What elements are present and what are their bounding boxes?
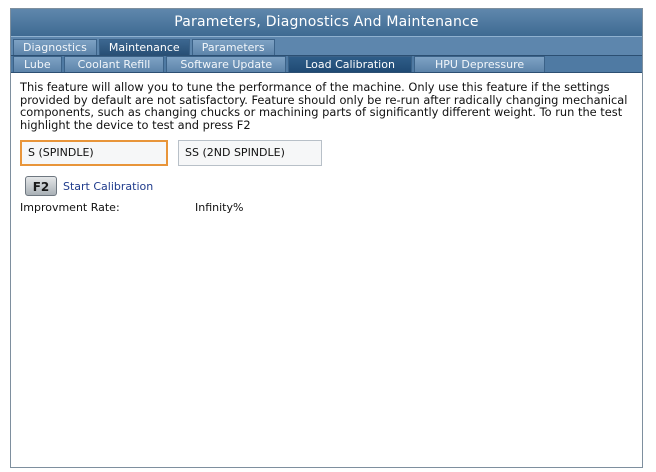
- improvement-rate-label: Improvment Rate:: [20, 201, 120, 215]
- load-calibration-panel: This feature will allow you to tune the …: [11, 73, 642, 214]
- sub-tab-bar: Lube Coolant Refill Software Update Load…: [11, 55, 642, 73]
- maintenance-window: Parameters, Diagnostics And Maintenance …: [10, 8, 643, 468]
- tab-maintenance[interactable]: Maintenance: [98, 39, 190, 55]
- device-option-2nd-spindle[interactable]: SS (2ND SPINDLE): [178, 140, 322, 167]
- improvement-rate-value: Infinity%: [195, 201, 244, 215]
- tab-hpu-depressure[interactable]: HPU Depressure: [413, 56, 546, 72]
- improvement-rate-row: Improvment Rate: Infinity%: [20, 201, 634, 214]
- tab-lube[interactable]: Lube: [13, 56, 62, 72]
- tab-bar-spacer: [277, 37, 642, 55]
- feature-description: This feature will allow you to tune the …: [20, 80, 628, 132]
- main-tab-bar: Diagnostics Maintenance Parameters: [11, 36, 642, 55]
- tab-diagnostics[interactable]: Diagnostics: [13, 39, 97, 55]
- tab-parameters[interactable]: Parameters: [191, 39, 275, 55]
- device-option-spindle[interactable]: S (SPINDLE): [20, 140, 168, 167]
- tab-load-calibration[interactable]: Load Calibration: [288, 56, 412, 72]
- window-title: Parameters, Diagnostics And Maintenance: [11, 9, 642, 36]
- f2-key-icon[interactable]: F2: [25, 176, 57, 197]
- start-calibration-label[interactable]: Start Calibration: [63, 180, 153, 193]
- start-calibration-row[interactable]: F2 Start Calibration: [20, 176, 634, 197]
- sub-tab-bar-spacer: [547, 56, 642, 72]
- device-selector: S (SPINDLE) SS (2ND SPINDLE): [20, 140, 634, 167]
- tab-coolant-refill[interactable]: Coolant Refill: [63, 56, 165, 72]
- tab-software-update[interactable]: Software Update: [166, 56, 287, 72]
